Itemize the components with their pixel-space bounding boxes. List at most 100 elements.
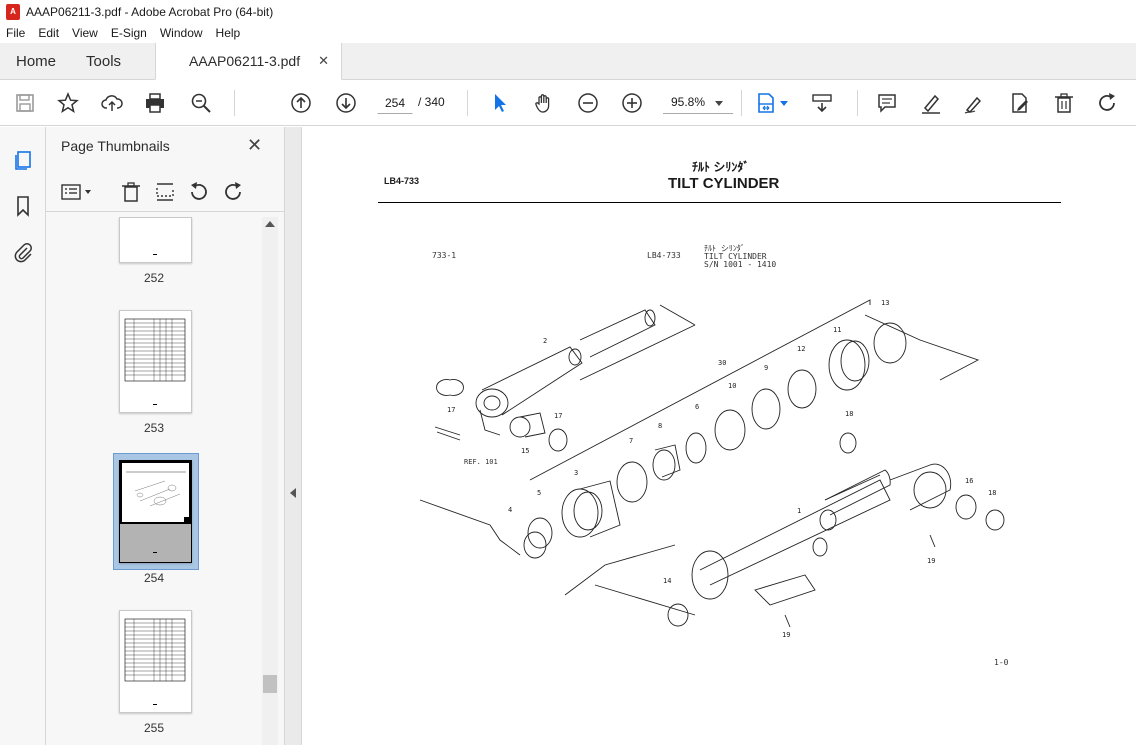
- menu-view[interactable]: View: [72, 26, 98, 40]
- tab-close-icon[interactable]: ✕: [318, 53, 329, 69]
- star-icon[interactable]: [56, 91, 80, 115]
- close-panel-icon[interactable]: ✕: [247, 135, 262, 156]
- bookmark-icon[interactable]: [12, 195, 34, 217]
- panel-collapse-strip[interactable]: [285, 127, 302, 745]
- thumbnails-panel: Page Thumbnails ✕ 252 253 254 255: [46, 127, 285, 745]
- scrollbar-thumb[interactable]: [263, 675, 277, 693]
- callout-19b: 19: [782, 631, 790, 639]
- extract-page-icon[interactable]: [153, 180, 177, 204]
- callout-12: 12: [797, 345, 805, 353]
- zoom-in-icon[interactable]: [620, 91, 644, 115]
- header-rule: [378, 202, 1061, 203]
- toolbar-divider: [234, 90, 235, 116]
- zoom-out-search-icon[interactable]: [189, 91, 213, 115]
- page-header-japanese: ﾁﾙﾄ シﾘﾝﾀﾞ: [692, 160, 750, 174]
- figure-page: 1-0: [994, 658, 1009, 667]
- comment-icon[interactable]: [875, 91, 899, 115]
- thumbnail-page[interactable]: [119, 217, 192, 263]
- page-fit-icon[interactable]: [754, 91, 778, 115]
- toolbar-divider: [857, 90, 858, 116]
- callout-16: 16: [965, 477, 973, 485]
- tab-tools[interactable]: Tools: [72, 43, 137, 79]
- save-icon[interactable]: [13, 91, 37, 115]
- toolbar-divider: [741, 90, 742, 116]
- figure-code: 733-1: [432, 251, 457, 260]
- page-number-input[interactable]: 254: [377, 90, 413, 114]
- figure-serial: S/N 1001 - 1410: [704, 260, 777, 269]
- print-icon[interactable]: [143, 91, 167, 115]
- thumbnail-page[interactable]: [119, 310, 192, 413]
- thumbnail-page[interactable]: [119, 610, 192, 713]
- callout-19a: 19: [927, 557, 935, 565]
- callout-15: 15: [521, 447, 529, 455]
- callout-6: 6: [695, 403, 699, 411]
- left-rail: [0, 127, 46, 745]
- previous-page-icon[interactable]: [289, 91, 313, 115]
- zoom-input[interactable]: 95.8%: [663, 90, 733, 114]
- callout-2: 2: [543, 337, 547, 345]
- title-bar: A AAAP06211-3.pdf - Adobe Acrobat Pro (6…: [0, 0, 1136, 23]
- callout-8: 8: [658, 422, 662, 430]
- cloud-upload-icon[interactable]: [100, 91, 124, 115]
- callout-18a: 18: [845, 410, 853, 418]
- hand-tool-icon[interactable]: [532, 91, 556, 115]
- delete-page-icon[interactable]: [119, 180, 143, 204]
- rotate-icon[interactable]: [1095, 91, 1119, 115]
- select-cursor-icon[interactable]: [488, 91, 512, 115]
- thumbnail-label: 254: [143, 571, 165, 585]
- next-page-icon[interactable]: [334, 91, 358, 115]
- page-total: / 340: [418, 95, 445, 109]
- page-header-code: LB4-733: [384, 176, 420, 186]
- scroll-up-arrow-icon[interactable]: [265, 221, 275, 227]
- acrobat-icon: A: [6, 3, 20, 20]
- tab-bar: Home Tools AAAP06211-3.pdf ✕: [0, 43, 1136, 80]
- main-toolbar: [0, 80, 1136, 126]
- tab-document-label: AAAP06211-3.pdf: [189, 53, 301, 69]
- attachment-icon[interactable]: [12, 241, 34, 263]
- tab-document[interactable]: AAAP06211-3.pdf ✕: [155, 43, 342, 80]
- delete-icon[interactable]: [1052, 91, 1076, 115]
- callout-13: 13: [881, 299, 889, 307]
- callout-3: 3: [574, 469, 578, 477]
- callout-5: 5: [537, 489, 541, 497]
- menu-edit[interactable]: Edit: [38, 26, 59, 40]
- thumbnail-page-current[interactable]: [119, 460, 192, 563]
- collapse-arrow-icon[interactable]: [290, 488, 296, 498]
- draw-sign-icon[interactable]: [962, 91, 986, 115]
- menu-help[interactable]: Help: [216, 26, 241, 40]
- edit-pdf-icon[interactable]: [1008, 91, 1032, 115]
- menu-window[interactable]: Window: [160, 26, 203, 40]
- toolbar-divider: [467, 90, 468, 116]
- page-header-title: TILT CYLINDER: [668, 175, 780, 192]
- menu-esign[interactable]: E-Sign: [111, 26, 147, 40]
- menu-bar: File Edit View E-Sign Window Help: [0, 23, 1136, 43]
- callout-10: 10: [728, 382, 736, 390]
- callout-9: 9: [764, 364, 768, 372]
- thumbnail-label: 255: [143, 721, 165, 735]
- callout-17b: 17: [554, 412, 562, 420]
- callout-4: 4: [508, 506, 512, 514]
- thumbnail-list: 252 253 254 255: [46, 217, 262, 745]
- thumbnail-scrollbar[interactable]: [262, 217, 278, 745]
- page-fit-dropdown-icon[interactable]: [778, 91, 790, 115]
- tab-home[interactable]: Home: [0, 43, 72, 79]
- callout-14: 14: [663, 577, 671, 585]
- callout-18b: 18: [988, 489, 996, 497]
- callout-17a: 17: [447, 406, 455, 414]
- page-thumbnails-icon[interactable]: [12, 149, 34, 171]
- callout-7: 7: [629, 437, 633, 445]
- menu-file[interactable]: File: [6, 26, 25, 40]
- rotate-right-icon[interactable]: [221, 180, 245, 204]
- rotate-left-icon[interactable]: [187, 180, 211, 204]
- highlight-pen-icon[interactable]: [919, 91, 943, 115]
- scroll-mode-icon[interactable]: [810, 91, 834, 115]
- part-callouts: 1 2 3 4 5 6 7 8 9 10 11 12 13 14 15 16 1…: [447, 299, 996, 639]
- exploded-parts-drawing: 1 2 3 4 5 6 7 8 9 10 11 12 13 14 15 16 1…: [419, 299, 1005, 639]
- callout-11: 11: [833, 326, 841, 334]
- window-title: AAAP06211-3.pdf - Adobe Acrobat Pro (64-…: [26, 4, 274, 19]
- figure-ref: LB4-733: [647, 251, 681, 260]
- callout-30: 30: [718, 359, 726, 367]
- zoom-out-icon[interactable]: [576, 91, 600, 115]
- panel-toolbar: [46, 172, 285, 212]
- thumbnail-options-icon[interactable]: [60, 180, 96, 204]
